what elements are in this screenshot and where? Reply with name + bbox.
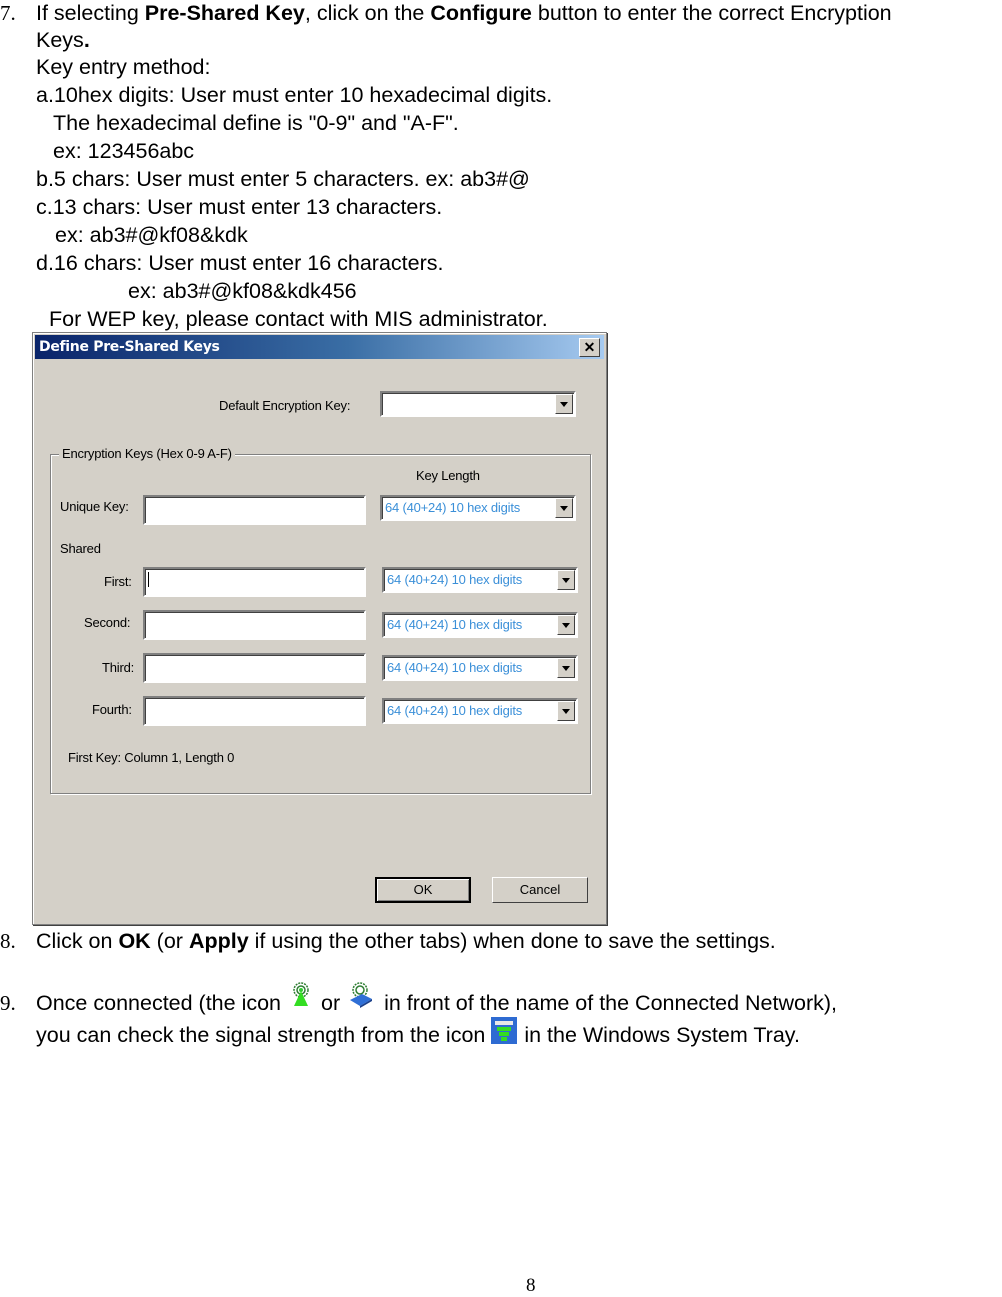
chevron-down-icon[interactable]	[557, 658, 575, 678]
method-a-line-1: a.10hex digits: User must enter 10 hexad…	[36, 83, 553, 107]
selected-value: 64 (40+24) 10 hex digits	[387, 572, 523, 587]
unique-key-label: Unique Key:	[60, 499, 129, 514]
first-key-input[interactable]	[143, 567, 366, 597]
page-number: 8	[526, 1275, 536, 1296]
text: If selecting	[36, 1, 145, 25]
first-key-length-select[interactable]: 64 (40+24) 10 hex digits	[382, 567, 578, 593]
text: you can check the signal strength from t…	[36, 1023, 492, 1047]
wep-note: For WEP key, please contact with MIS adm…	[49, 307, 548, 331]
step-8-number: 8.	[0, 929, 16, 953]
fourth-key-input[interactable]	[143, 696, 366, 726]
step-7-number: 7.	[0, 1, 16, 25]
key-length-header: Key Length	[416, 468, 480, 483]
text: (or	[150, 929, 189, 953]
selected-value: 64 (40+24) 10 hex digits	[387, 660, 523, 675]
fourth-key-length-select[interactable]: 64 (40+24) 10 hex digits	[382, 698, 578, 724]
step-9-line-1: Once connected (the icon or in front of …	[36, 982, 838, 1016]
second-key-label: Second:	[84, 615, 131, 630]
signal-strength-icon	[491, 1017, 518, 1045]
apply-term: Apply	[188, 929, 249, 953]
text: in front of the name of the Connected Ne…	[378, 991, 838, 1015]
text: Keys	[36, 28, 84, 52]
text: .	[83, 28, 90, 52]
text: or	[321, 991, 347, 1015]
text: Once connected (the icon	[36, 991, 287, 1015]
text: in the Windows System Tray.	[518, 1023, 800, 1047]
chevron-down-icon[interactable]	[557, 615, 575, 635]
method-a-line-2: The hexadecimal define is "0-9" and "A-F…	[53, 111, 459, 135]
selected-value: 64 (40+24) 10 hex digits	[387, 703, 523, 718]
step-9-number: 9.	[0, 991, 16, 1015]
group-label: Encryption Keys (Hex 0-9 A-F)	[59, 446, 235, 461]
default-encryption-key-select[interactable]	[380, 391, 576, 417]
third-key-label: Third:	[102, 660, 135, 675]
method-a-line-3: ex: 123456abc	[53, 139, 195, 163]
step-7-line-2: Keys.	[36, 27, 90, 53]
fourth-key-label: Fourth:	[92, 702, 132, 717]
third-key-input[interactable]	[143, 653, 366, 683]
third-key-length-select[interactable]: 64 (40+24) 10 hex digits	[382, 655, 578, 681]
ok-term: OK	[118, 929, 151, 953]
key-entry-method: Key entry method:	[36, 55, 211, 79]
method-b-line-1: b.5 chars: User must enter 5 characters.…	[36, 167, 530, 191]
text: , click on the	[304, 1, 431, 25]
chevron-down-icon[interactable]	[555, 394, 573, 414]
default-encryption-key-label: Default Encryption Key:	[219, 398, 351, 413]
second-key-length-select[interactable]: 64 (40+24) 10 hex digits	[382, 612, 578, 638]
chevron-down-icon[interactable]	[557, 570, 575, 590]
close-button[interactable]: ✕	[579, 338, 600, 357]
method-c-line-2: ex: ab3#@kf08&kdk	[55, 223, 248, 247]
ok-button[interactable]: OK	[375, 877, 471, 903]
step-9-line-2: you can check the signal strength from t…	[36, 1017, 800, 1048]
text: Click on	[36, 929, 119, 953]
dialog-titlebar[interactable]: Define Pre-Shared Keys ✕	[35, 335, 604, 359]
dialog-title: Define Pre-Shared Keys	[39, 339, 220, 355]
chevron-down-icon[interactable]	[555, 498, 573, 518]
method-d-line-1: d.16 chars: User must enter 16 character…	[36, 251, 444, 275]
configure-term: Configure	[430, 1, 532, 25]
chevron-down-icon[interactable]	[557, 701, 575, 721]
cancel-button[interactable]: Cancel	[492, 877, 588, 903]
pre-shared-key-term: Pre-Shared Key	[144, 1, 305, 25]
step-8-text: Click on OK (or Apply if using the other…	[36, 928, 776, 954]
key-status-text: First Key: Column 1, Length 0	[68, 750, 235, 765]
shared-label: Shared	[60, 541, 101, 556]
network-connected-icon	[346, 982, 378, 1012]
selected-value: 64 (40+24) 10 hex digits	[387, 617, 523, 632]
text-cursor	[148, 572, 149, 587]
unique-key-input[interactable]	[143, 495, 366, 525]
selected-value: 64 (40+24) 10 hex digits	[385, 500, 521, 515]
unique-key-length-select[interactable]: 64 (40+24) 10 hex digits	[380, 495, 576, 521]
first-key-label: First:	[104, 574, 132, 589]
method-c-line-1: c.13 chars: User must enter 13 character…	[36, 195, 443, 219]
second-key-input[interactable]	[143, 610, 366, 640]
define-pre-shared-keys-dialog: Define Pre-Shared Keys ✕ Default Encrypt…	[32, 332, 607, 925]
text: button to enter the correct Encryption	[531, 1, 892, 25]
antenna-connected-icon	[287, 982, 321, 1012]
close-icon: ✕	[583, 339, 596, 355]
step-7-line-1: If selecting Pre-Shared Key, click on th…	[36, 0, 892, 26]
text: if using the other tabs) when done to sa…	[248, 929, 776, 953]
method-d-line-2: ex: ab3#@kf08&kdk456	[128, 279, 357, 303]
